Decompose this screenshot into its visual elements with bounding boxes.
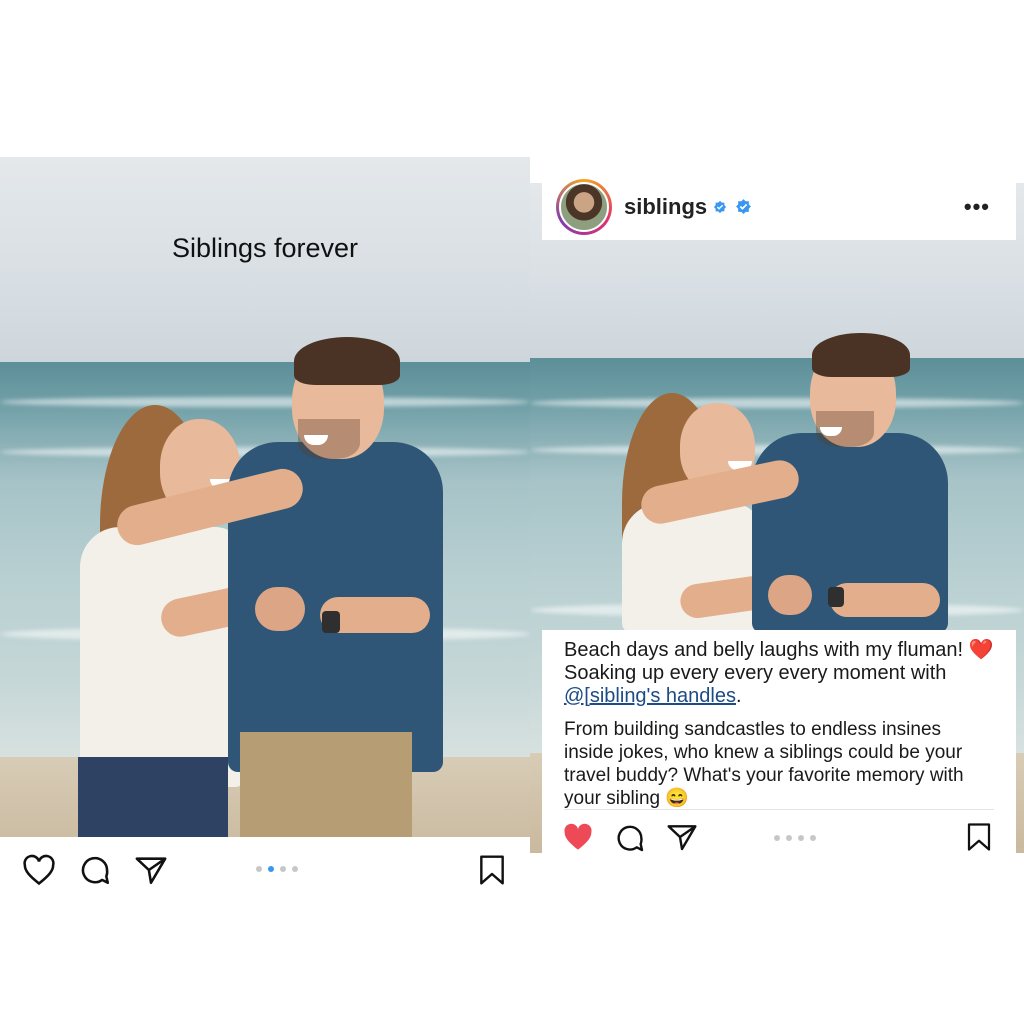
carousel-dot [280, 866, 286, 872]
caption-second-paragraph: From building sandcastles to endless ins… [564, 718, 994, 810]
right-carousel-indicator [774, 835, 816, 841]
caption-first-paragraph: Beach days and belly laughs with my flum… [564, 639, 994, 708]
caption-intro: Beach days and belly laughs with my flum… [564, 639, 969, 661]
bookmark-icon[interactable] [966, 822, 992, 852]
send-icon[interactable] [666, 822, 698, 852]
right-action-bar [542, 810, 1016, 868]
comment-icon[interactable] [614, 822, 646, 854]
heart-outline-icon[interactable] [22, 854, 56, 886]
mention-link[interactable]: @[sibling's handles [564, 685, 736, 707]
photo-overlay-text: Siblings forever [171, 233, 359, 263]
post-caption: Beach days and belly laughs with my flum… [542, 630, 1016, 810]
heart-filled-icon[interactable] [562, 822, 594, 852]
photo-held-hands [768, 575, 812, 615]
carousel-dot [786, 835, 792, 841]
comment-icon[interactable] [78, 853, 112, 887]
photo-wave [0, 397, 530, 407]
more-options-icon[interactable]: ••• [964, 194, 990, 220]
carousel-dot [810, 835, 816, 841]
caption-mid: Soaking up every every every moment with [564, 662, 947, 684]
smile-emoji: 😄 [665, 788, 690, 809]
post-header: siblings ••• [542, 173, 1016, 240]
heart-emoji: ❤️ [968, 639, 994, 661]
carousel-dot [774, 835, 780, 841]
photo-held-hands [255, 587, 305, 631]
caption-paragraph2: From building sandcastles to endless ins… [564, 719, 964, 809]
carousel-dot-active [268, 866, 274, 872]
carousel-dot [798, 835, 804, 841]
photo-wave [530, 398, 1024, 408]
verified-badge-icon [736, 199, 752, 214]
username[interactable]: siblings [624, 194, 707, 220]
carousel-dot [292, 866, 298, 872]
send-icon[interactable] [134, 854, 168, 886]
caption-end: . [736, 685, 742, 707]
bookmark-icon[interactable] [478, 854, 506, 886]
verified-badge-icon [714, 200, 727, 213]
avatar[interactable] [556, 178, 612, 235]
left-carousel-indicator [256, 866, 298, 872]
carousel-dot [256, 866, 262, 872]
